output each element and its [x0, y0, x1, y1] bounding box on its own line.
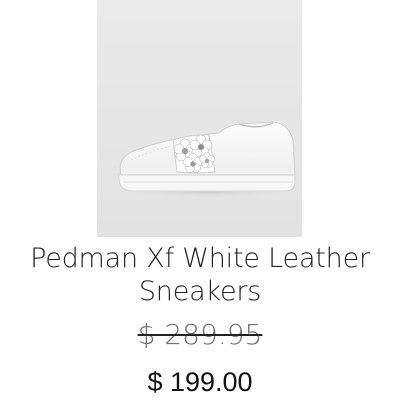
original-price: $ 289.95 [0, 317, 400, 353]
sneaker-illustration [117, 121, 301, 198]
product-card[interactable]: Pedman Xf White Leather Sneakers $ 289.9… [0, 0, 400, 400]
sale-price: $ 199.00 [147, 367, 253, 397]
original-price-value: $ 289.95 [137, 318, 263, 351]
product-title[interactable]: Pedman Xf White Leather Sneakers [20, 242, 380, 308]
product-image[interactable] [97, 0, 302, 237]
